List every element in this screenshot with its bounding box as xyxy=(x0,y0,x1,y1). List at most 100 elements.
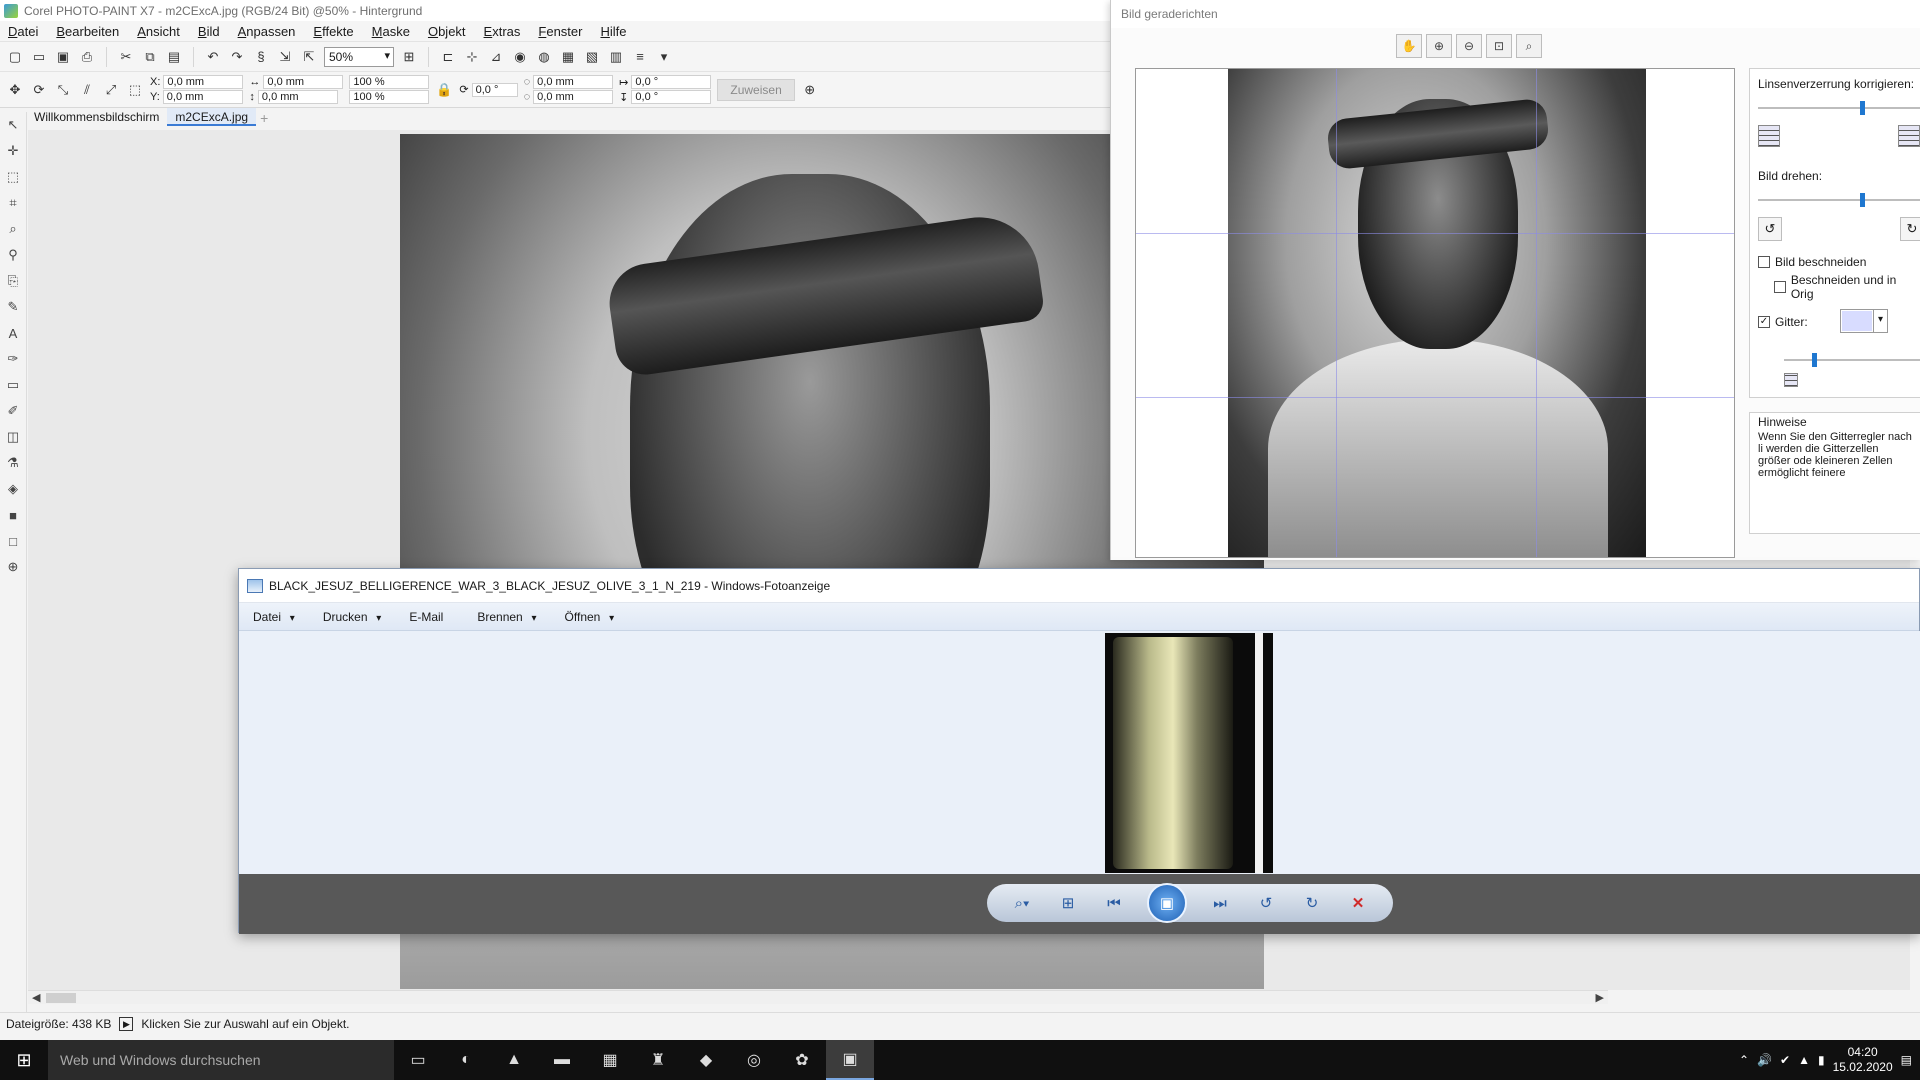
horizontal-scrollbar[interactable]: ◀ ▶ xyxy=(28,990,1608,1004)
paint-tool-icon[interactable]: ✐ xyxy=(4,402,22,420)
color-swatch-icon[interactable]: ■ xyxy=(4,506,22,524)
scroll-left-icon[interactable]: ◀ xyxy=(32,991,40,1004)
scale-mode-icon[interactable]: ⤡ xyxy=(54,81,72,99)
task-view-icon[interactable]: ▭ xyxy=(394,1040,442,1080)
menu-bearbeiten[interactable]: Bearbeiten xyxy=(48,24,129,39)
eyedropper-icon[interactable]: ⚗ xyxy=(4,454,22,472)
launch-app-icon[interactable]: ▾ xyxy=(655,48,673,66)
zoom-icon[interactable]: ⌕▾ xyxy=(1009,891,1035,915)
scroll-right-icon[interactable]: ▶ xyxy=(1596,991,1604,1004)
viewed-image[interactable] xyxy=(1105,633,1273,873)
fit-window-icon[interactable]: ⊞ xyxy=(400,48,418,66)
pv-menu-brennen[interactable]: Brennen xyxy=(477,610,536,624)
new-file-icon[interactable]: ▢ xyxy=(6,48,24,66)
actual-size-icon[interactable]: ⊞ xyxy=(1055,891,1081,915)
lock-ratio-icon[interactable]: 🔒 xyxy=(435,81,453,99)
pv-menu-datei[interactable]: Datei xyxy=(253,610,295,624)
guides-icon[interactable]: ⊹ xyxy=(463,48,481,66)
zoom-in-icon[interactable]: ⊕ xyxy=(1426,34,1452,58)
rotate-right-icon[interactable]: ↻ xyxy=(1900,217,1920,241)
skew-mode-icon[interactable]: ⫽ xyxy=(78,81,96,99)
mask-visible-icon[interactable]: ◉ xyxy=(511,48,529,66)
menu-effekte[interactable]: Effekte xyxy=(305,24,363,39)
network-icon[interactable]: ▮ xyxy=(1818,1053,1825,1067)
tab-welcome[interactable]: Willkommensbildschirm xyxy=(26,108,168,126)
crop-checkbox-row[interactable]: Bild beschneiden xyxy=(1758,255,1866,269)
menu-bild[interactable]: Bild xyxy=(190,24,230,39)
pv-menu-drucken[interactable]: Drucken xyxy=(323,610,382,624)
quick-customize-icon[interactable]: ⊕ xyxy=(4,558,22,576)
zoom-level-select[interactable]: 50% xyxy=(324,46,394,67)
antivirus-icon[interactable]: ▲ xyxy=(1798,1053,1810,1067)
windows-start-icon[interactable]: ⊞ xyxy=(0,1040,48,1080)
grid-checkbox-row[interactable]: ✓ Gitter: xyxy=(1758,315,1808,329)
menu-ansicht[interactable]: Ansicht xyxy=(129,24,190,39)
car-app-icon[interactable]: ◆ xyxy=(682,1040,730,1080)
redeye-tool-icon[interactable]: ⚲ xyxy=(4,246,22,264)
crop-original-row[interactable]: Beschneiden und in Orig xyxy=(1774,273,1920,301)
add-tab-icon[interactable]: + xyxy=(260,111,274,126)
chrome-icon[interactable]: ◎ xyxy=(730,1040,778,1080)
assign-button[interactable]: Zuweisen xyxy=(717,78,795,101)
game-icon[interactable]: ♜ xyxy=(634,1040,682,1080)
menu-extras[interactable]: Extras xyxy=(476,24,531,39)
delete-icon[interactable]: ✕ xyxy=(1345,891,1371,915)
photo-viewer-content[interactable] xyxy=(239,631,1920,874)
add-icon[interactable]: ⊕ xyxy=(801,81,819,99)
center-x-input[interactable]: 0,0 mm xyxy=(533,75,614,89)
snap-icon[interactable]: ⊿ xyxy=(487,48,505,66)
slideshow-icon[interactable]: ▣ xyxy=(1147,883,1187,923)
pincushion-grid-icon[interactable] xyxy=(1898,125,1920,147)
corel-photopaint-icon[interactable]: ✿ xyxy=(778,1040,826,1080)
grid-size-knob[interactable] xyxy=(1812,353,1817,367)
angle-input[interactable]: 0,0 ° xyxy=(471,82,518,97)
redo-icon[interactable]: ↷ xyxy=(228,48,246,66)
photos-app-icon[interactable]: ◐ xyxy=(442,1040,490,1080)
grid-color-swatch[interactable] xyxy=(1842,311,1872,331)
y-input[interactable]: 0,0 mm xyxy=(162,90,243,104)
x-input[interactable]: 0,0 mm xyxy=(163,75,244,89)
menu-maske[interactable]: Maske xyxy=(364,24,420,39)
undo-icon[interactable]: ↶ xyxy=(204,48,222,66)
rotate-slider[interactable] xyxy=(1758,193,1920,207)
grid-checkbox[interactable]: ✓ xyxy=(1758,316,1770,328)
text-tool-icon[interactable]: A xyxy=(4,324,22,342)
pv-menu-oeffnen[interactable]: Öffnen xyxy=(565,610,615,624)
script-icon[interactable]: § xyxy=(252,48,270,66)
zoom-tool-icon[interactable]: ⌕ xyxy=(4,220,22,238)
notifications-icon[interactable]: ▤ xyxy=(1901,1053,1912,1067)
menu-anpassen[interactable]: Anpassen xyxy=(230,24,306,39)
vlc-icon[interactable]: ▲ xyxy=(490,1040,538,1080)
crop-original-checkbox[interactable] xyxy=(1774,281,1786,293)
transform-tool-icon[interactable]: ✛ xyxy=(4,142,22,160)
pick-tool-icon[interactable]: ↖ xyxy=(4,116,22,134)
save-icon[interactable]: ▣ xyxy=(54,48,72,66)
welcome-screen-icon[interactable]: ▥ xyxy=(607,48,625,66)
photo-viewer-taskbar-icon[interactable]: ▣ xyxy=(826,1040,874,1080)
next-icon[interactable]: ⏭ xyxy=(1207,891,1233,915)
rotate-mode-icon[interactable]: ⟳ xyxy=(30,81,48,99)
clock[interactable]: 04:20 15.02.2020 xyxy=(1833,1045,1893,1075)
menu-fenster[interactable]: Fenster xyxy=(530,24,592,39)
crop-tool-icon[interactable]: ⌗ xyxy=(4,194,22,212)
shape-tool-icon[interactable]: ▭ xyxy=(4,376,22,394)
fill-tool-icon[interactable]: ◈ xyxy=(4,480,22,498)
open-folder-icon[interactable]: ▭ xyxy=(30,48,48,66)
cut-icon[interactable]: ✂ xyxy=(117,48,135,66)
volume-icon[interactable]: 🔊 xyxy=(1757,1053,1772,1067)
object-marquee-icon[interactable]: ▦ xyxy=(559,48,577,66)
straighten-preview[interactable] xyxy=(1135,68,1735,558)
zoom-out-icon[interactable]: ⊖ xyxy=(1456,34,1482,58)
width-input[interactable]: 0,0 mm xyxy=(263,75,344,89)
tab-document[interactable]: m2CExcA.jpg xyxy=(167,108,257,126)
fit-to-window-icon[interactable]: ⊡ xyxy=(1486,34,1512,58)
skew-v-input[interactable]: 0,0 ° xyxy=(631,90,712,104)
crop-checkbox[interactable] xyxy=(1758,256,1770,268)
effect-tool-icon[interactable]: ✎ xyxy=(4,298,22,316)
import-icon[interactable]: ⇲ xyxy=(276,48,294,66)
distort-mode-icon[interactable]: ⤢ xyxy=(102,81,120,99)
export-icon[interactable]: ⇱ xyxy=(300,48,318,66)
previous-icon[interactable]: ⏮ xyxy=(1101,891,1127,915)
security-icon[interactable]: ✔ xyxy=(1780,1053,1790,1067)
skew-h-input[interactable]: 0,0 ° xyxy=(631,75,712,89)
